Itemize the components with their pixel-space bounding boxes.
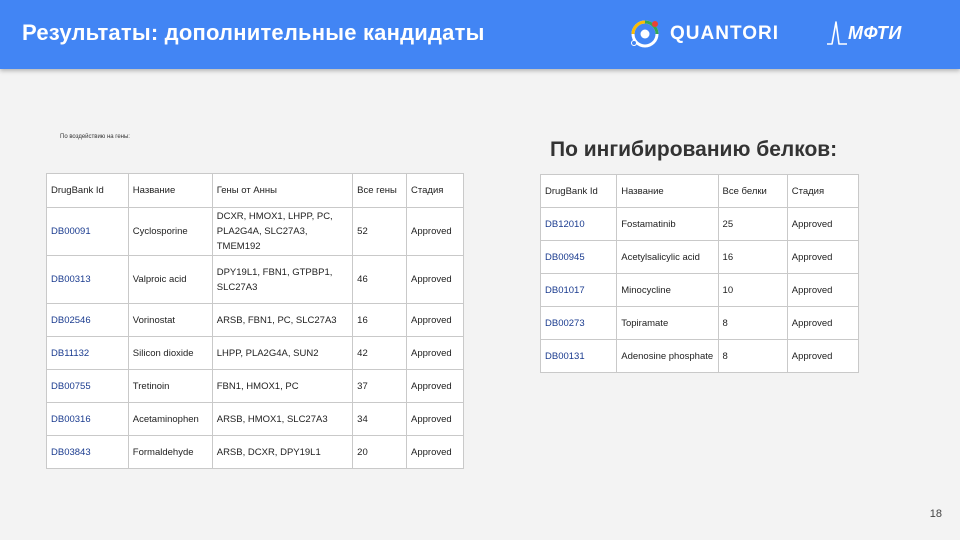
column-header: Название	[127, 173, 213, 208]
table-row: DB00945 Acetylsalicylic acid 16 Approved	[539, 240, 860, 274]
column-header: Все белки	[717, 174, 788, 208]
drugbank-id: DB00755	[46, 369, 129, 403]
gene-list: FBN1, HMOX1, PC	[211, 369, 354, 403]
proteins-table: DrugBank Id Название Все белки Стадия DB…	[539, 174, 860, 373]
table-row: DB00313 Valproic acid DPY19L1, FBN1, GTP…	[46, 255, 464, 304]
slide-header: Результаты: дополнительные кандидаты QUA…	[0, 0, 960, 69]
table-row: DB00273 Topiramate 8 Approved	[539, 306, 860, 340]
stage: Approved	[786, 207, 860, 241]
drugbank-id: DB00313	[46, 255, 129, 304]
gene-count: 37	[352, 369, 408, 403]
gene-count: 16	[352, 303, 408, 337]
stage: Approved	[406, 402, 464, 436]
drugbank-id: DB00273	[539, 306, 618, 340]
protein-count: 8	[717, 306, 788, 340]
protein-count: 25	[717, 207, 788, 241]
drug-name: Cyclosporine	[127, 207, 213, 256]
drugbank-id: DB02546	[46, 303, 129, 337]
column-header: Стадия	[406, 173, 464, 208]
quantori-logo: QUANTORI	[628, 16, 779, 52]
gene-count: 20	[352, 435, 408, 469]
quantori-logo-text: QUANTORI	[670, 23, 779, 44]
column-header: Все гены	[352, 173, 408, 208]
stage: Approved	[406, 303, 464, 337]
table-row: DB02546 Vorinostat ARSB, FBN1, PC, SLC27…	[46, 303, 464, 337]
stage: Approved	[406, 255, 464, 304]
drugbank-id: DB03843	[46, 435, 129, 469]
protein-count: 8	[717, 339, 788, 373]
drugbank-id: DB00131	[539, 339, 618, 373]
stage: Approved	[786, 273, 860, 307]
mfti-logo-text: МФТИ	[848, 22, 902, 43]
genes-caption: По воздействию на гены:	[60, 134, 130, 140]
drug-name: Vorinostat	[127, 303, 213, 337]
drug-name: Formaldehyde	[127, 435, 213, 469]
drug-name: Acetylsalicylic acid	[616, 240, 719, 274]
drugbank-id: DB00945	[539, 240, 618, 274]
table-row: DB00755 Tretinoin FBN1, HMOX1, PC 37 App…	[46, 369, 464, 403]
gene-count: 42	[352, 336, 408, 370]
column-header: Стадия	[786, 174, 860, 208]
table-header-row: DrugBank Id Название Все белки Стадия	[539, 174, 860, 208]
gene-list: ARSB, DCXR, DPY19L1	[211, 435, 354, 469]
gene-list: LHPP, PLA2G4A, SUN2	[211, 336, 354, 370]
stage: Approved	[406, 435, 464, 469]
table-row: DB00316 Acetaminophen ARSB, HMOX1, SLC27…	[46, 402, 464, 436]
stage: Approved	[406, 336, 464, 370]
genes-table: DrugBank Id Название Гены от Анны Все ге…	[46, 173, 464, 469]
gene-count: 34	[352, 402, 408, 436]
page-number: 18	[929, 508, 942, 520]
protein-count: 16	[717, 240, 788, 274]
drug-name: Adenosine phosphate	[616, 339, 719, 373]
drugbank-id: DB12010	[539, 207, 618, 241]
drug-name: Fostamatinib	[616, 207, 719, 241]
stage: Approved	[786, 306, 860, 340]
drug-name: Minocycline	[616, 273, 719, 307]
gene-list: DCXR, HMOX1, LHPP, PC, PLA2G4A, SLC27A3,…	[211, 207, 354, 256]
stage: Approved	[406, 369, 464, 403]
table-header-row: DrugBank Id Название Гены от Анны Все ге…	[46, 173, 464, 208]
gene-count: 52	[352, 207, 408, 256]
drug-name: Silicon dioxide	[127, 336, 213, 370]
drug-name: Tretinoin	[127, 369, 213, 403]
table-row: DB03843 Formaldehyde ARSB, DCXR, DPY19L1…	[46, 435, 464, 469]
gene-count: 46	[352, 255, 408, 304]
mfti-pulse-icon	[827, 21, 847, 45]
protein-count: 10	[717, 273, 788, 307]
column-header: Название	[616, 174, 719, 208]
slide-title: Результаты: дополнительные кандидаты	[22, 20, 485, 45]
drug-name: Valproic acid	[127, 255, 213, 304]
quantori-logo-icon	[631, 20, 659, 48]
drug-name: Acetaminophen	[127, 402, 213, 436]
drugbank-id: DB00316	[46, 402, 129, 436]
table-row: DB11132 Silicon dioxide LHPP, PLA2G4A, S…	[46, 336, 464, 370]
drugbank-id: DB11132	[46, 336, 129, 370]
column-header: DrugBank Id	[539, 174, 618, 208]
table-row: DB01017 Minocycline 10 Approved	[539, 273, 860, 307]
mfti-logo: МФТИ	[826, 15, 902, 51]
stage: Approved	[786, 339, 860, 373]
gene-list: DPY19L1, FBN1, GTPBP1, SLC27A3	[211, 255, 354, 304]
column-header: Гены от Анны	[211, 173, 354, 208]
drug-name: Topiramate	[616, 306, 719, 340]
drugbank-id: DB01017	[539, 273, 618, 307]
drugbank-id: DB00091	[46, 207, 129, 256]
stage: Approved	[786, 240, 860, 274]
stage: Approved	[406, 207, 464, 256]
table-row: DB00131 Adenosine phosphate 8 Approved	[539, 339, 860, 373]
gene-list: ARSB, FBN1, PC, SLC27A3	[211, 303, 354, 337]
table-row: DB00091 Cyclosporine DCXR, HMOX1, LHPP, …	[46, 207, 464, 256]
gene-list: ARSB, HMOX1, SLC27A3	[211, 402, 354, 436]
table-row: DB12010 Fostamatinib 25 Approved	[539, 207, 860, 241]
proteins-heading: По ингибированию белков:	[550, 138, 838, 161]
column-header: DrugBank Id	[46, 173, 129, 208]
